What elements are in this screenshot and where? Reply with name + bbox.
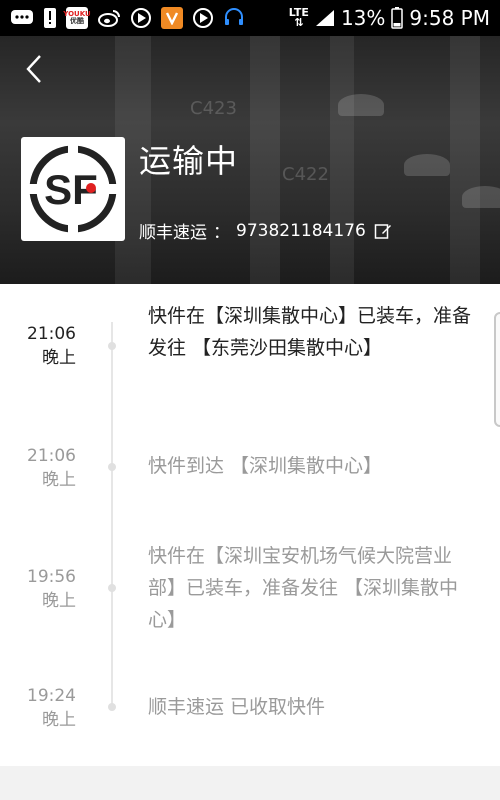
notification-icons: YOUKU 优酷 — [10, 7, 245, 29]
timeline-dot — [108, 703, 116, 711]
background-lamp — [462, 186, 500, 208]
event-period: 晚上 — [42, 348, 76, 368]
back-button[interactable] — [18, 52, 52, 86]
event-description: 快件到达 【深圳集散中心】 — [148, 455, 383, 477]
event-time: 21:06 晚上 — [27, 322, 76, 370]
background-pillar — [330, 36, 354, 284]
iqiyi-app-icon — [161, 7, 183, 29]
sf-logo-icon: SF — [27, 143, 119, 235]
timeline-dot — [108, 584, 116, 592]
video-icon — [192, 7, 214, 29]
weibo-icon — [97, 8, 121, 28]
chevron-left-icon — [26, 55, 41, 83]
shipment-status: 运输中 — [139, 142, 239, 180]
event-clock: 21:06 — [27, 324, 76, 344]
signal-icon — [315, 9, 335, 27]
event-description: 快件在【深圳宝安机场气候大院营业部】已装车，准备发往 【深圳集散中心】 — [148, 545, 459, 631]
event-description: 顺丰速运 已收取快件 — [148, 696, 326, 718]
tracking-timeline: 21:06 晚上 快件在【深圳集散中心】已装车，准备发往 【东莞沙田集散中心】 … — [0, 284, 500, 766]
sf-express-logo: SF — [21, 137, 125, 241]
event-period: 晚上 — [42, 710, 76, 730]
alert-icon — [43, 7, 57, 29]
youku-app-icon: YOUKU 优酷 — [63, 7, 91, 29]
background-pillar — [250, 36, 280, 284]
tracking-number: 973821184176 — [236, 220, 366, 241]
event-description: 快件在【深圳集散中心】已装车，准备发往 【东莞沙田集散中心】 — [148, 305, 472, 359]
event-time: 19:56 晚上 — [27, 565, 76, 613]
timeline-dot — [108, 342, 116, 350]
lte-indicator: LTE ⇅ — [289, 7, 309, 29]
battery-icon — [391, 7, 404, 29]
shipment-header: C423 C422 SF 运输中 顺丰速运 ： 973821184176 — [0, 36, 500, 284]
event-time: 19:24 晚上 — [27, 684, 76, 732]
timeline-line — [111, 322, 113, 707]
status-bar: YOUKU 优酷 LTE ⇅ 13% 9:58 PM — [0, 0, 500, 36]
system-icons: LTE ⇅ 13% 9:58 PM — [289, 6, 490, 30]
tracking-info: 顺丰速运 ： 973821184176 — [139, 218, 392, 243]
clock: 9:58 PM — [409, 6, 490, 30]
timeline-dot — [108, 463, 116, 471]
scroll-edge-handle[interactable] — [494, 312, 500, 427]
background-lamp — [404, 154, 450, 176]
edit-icon[interactable] — [374, 222, 392, 240]
event-period: 晚上 — [42, 591, 76, 611]
separator: ： — [213, 223, 230, 243]
event-clock: 21:06 — [27, 446, 76, 466]
carrier-name: 顺丰速运 — [139, 223, 207, 243]
event-clock: 19:24 — [27, 686, 76, 706]
event-time: 21:06 晚上 — [27, 444, 76, 492]
headset-icon — [223, 7, 245, 29]
event-clock: 19:56 — [27, 567, 76, 587]
play-icon — [130, 7, 152, 29]
event-period: 晚上 — [42, 470, 76, 490]
background-lamp — [338, 94, 384, 116]
background-sign: C422 — [282, 164, 329, 185]
battery-percent: 13% — [340, 6, 386, 30]
chat-icon — [10, 8, 34, 28]
data-arrows-icon: ⇅ — [294, 16, 304, 29]
background-pillar — [450, 36, 480, 284]
background-sign: C423 — [190, 98, 237, 119]
youku-text-cn: 优酷 — [70, 17, 84, 25]
